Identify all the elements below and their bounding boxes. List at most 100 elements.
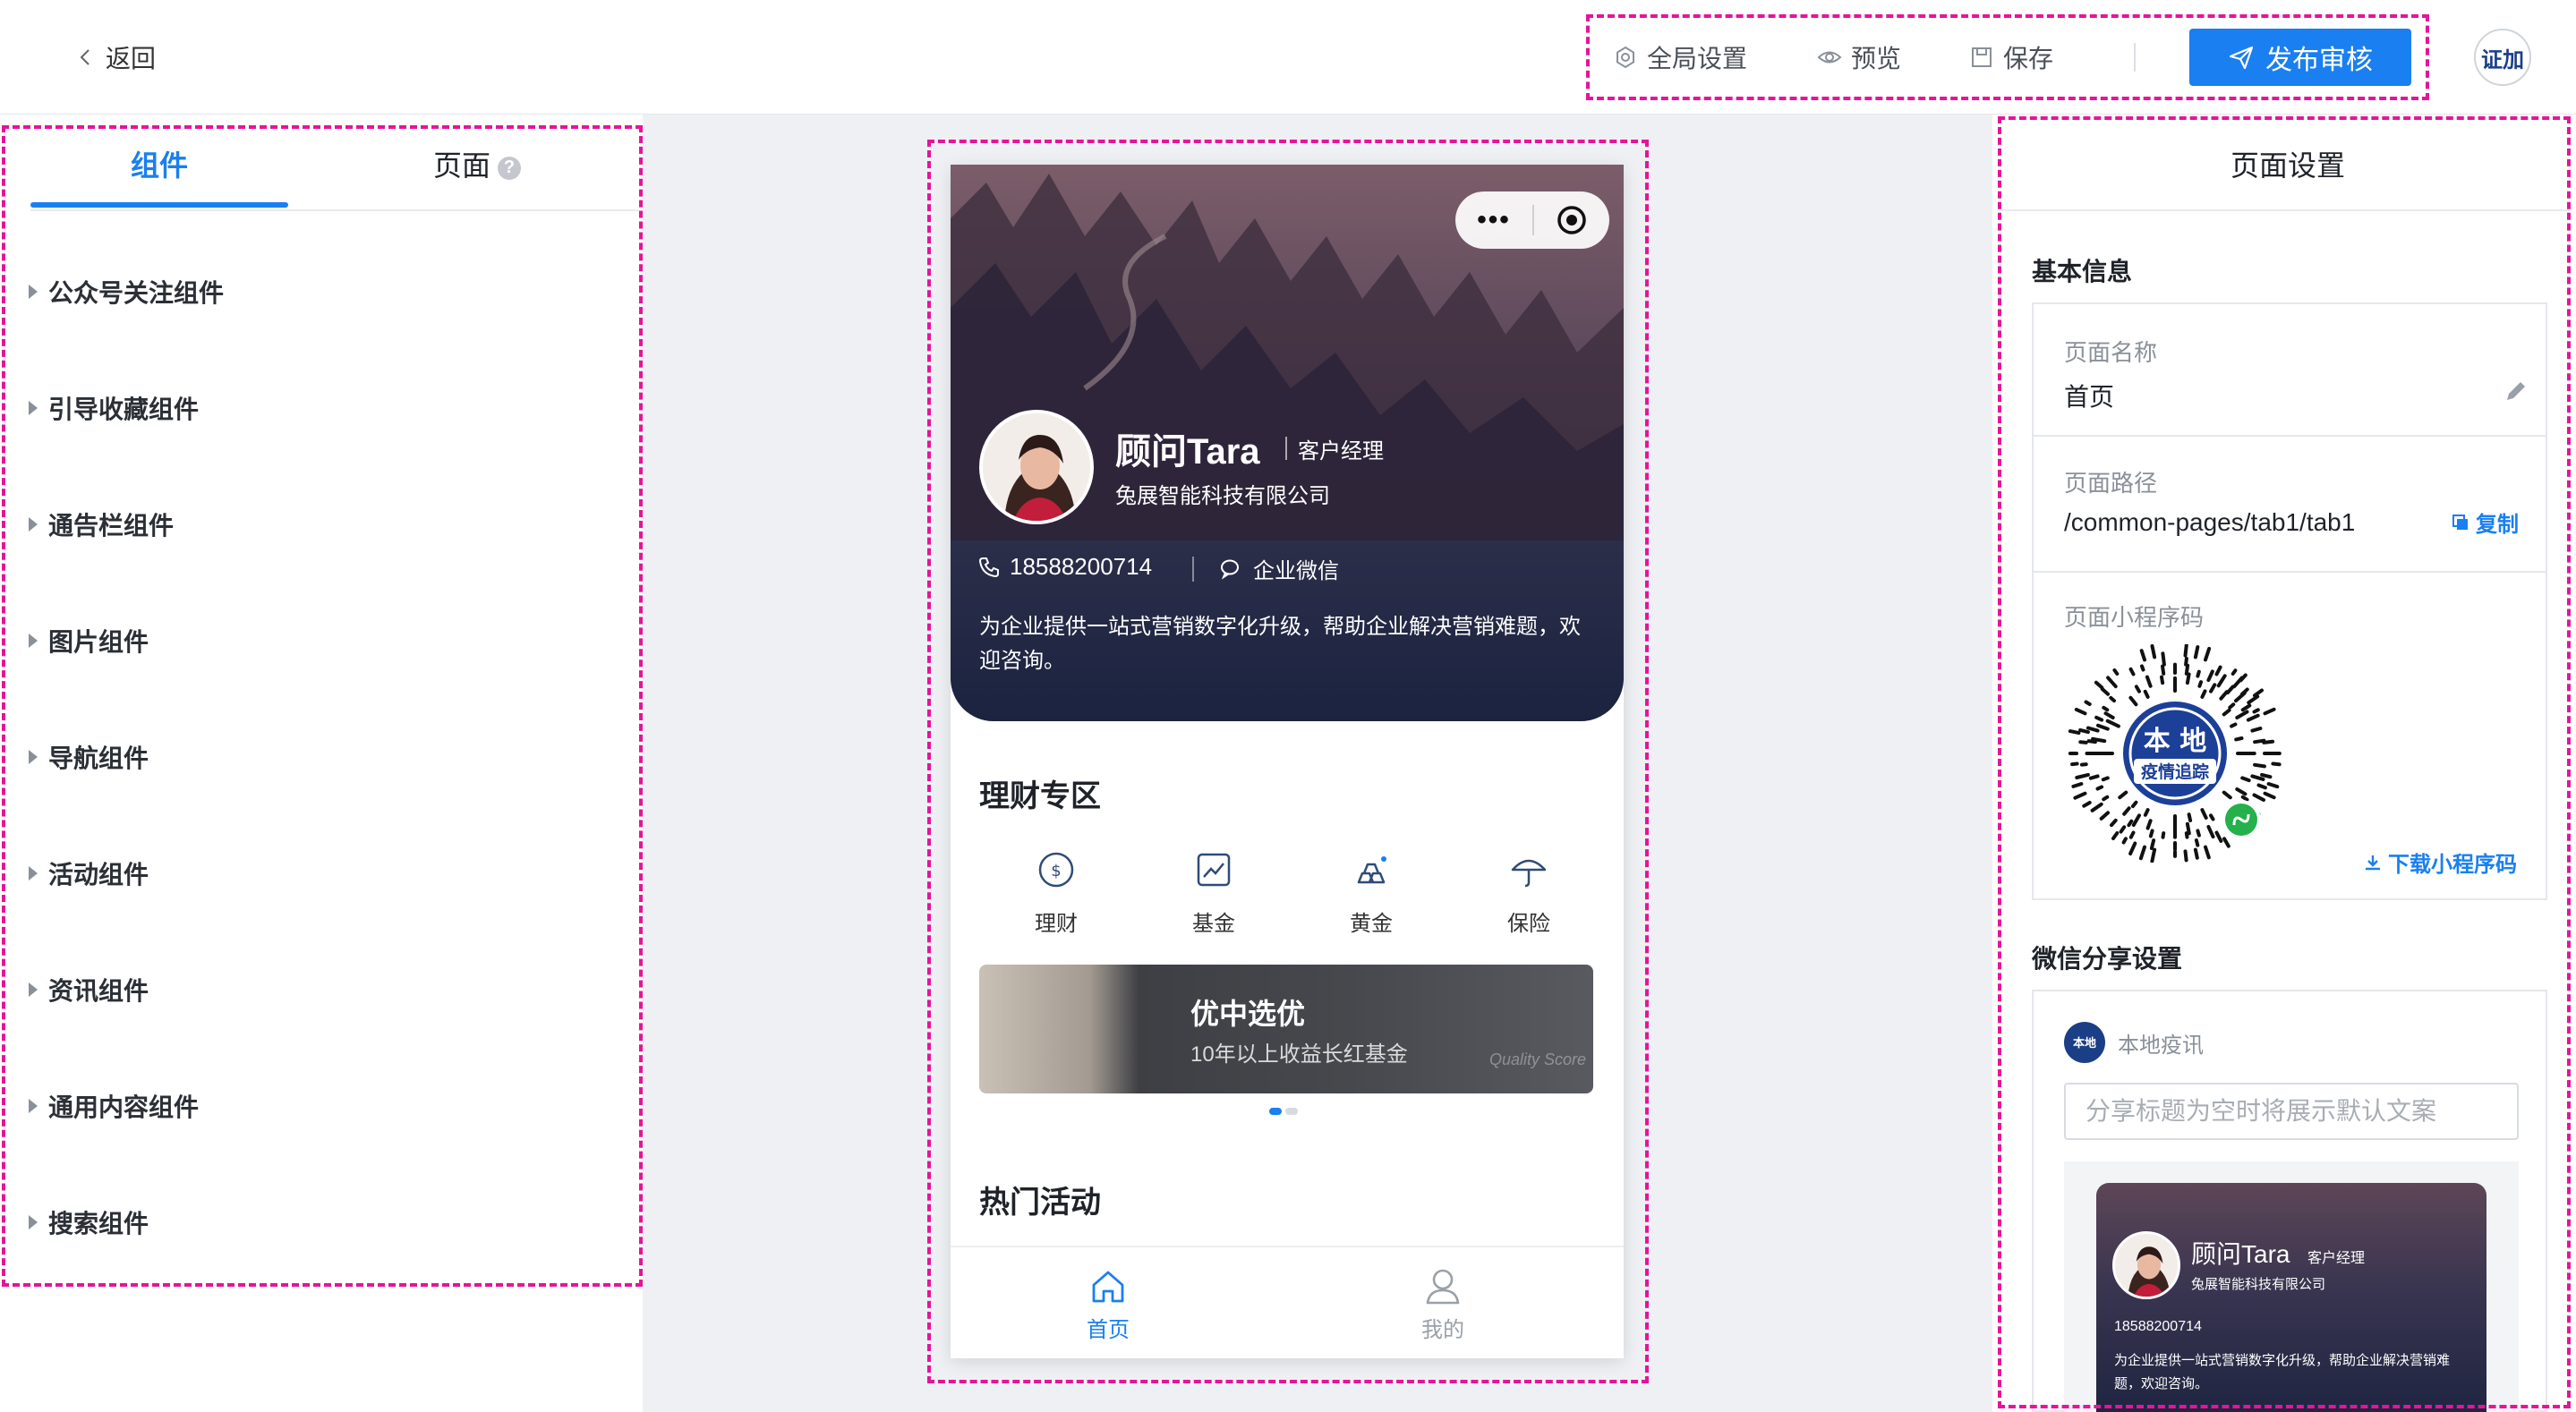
- qrcode-module: [2209, 813, 2215, 821]
- close-miniprogram-button[interactable]: [1534, 204, 1609, 236]
- qrcode-module: [2145, 675, 2153, 688]
- tab-page[interactable]: 页面?: [433, 143, 522, 184]
- page-name-label: 页面名称: [2064, 339, 2158, 366]
- qrcode-module: [2095, 785, 2104, 791]
- qrcode-module: [2183, 644, 2188, 658]
- qrcode-module: [2094, 715, 2104, 722]
- qrcode-module: [2128, 841, 2137, 855]
- download-qrcode-button[interactable]: 下载小程序码: [2363, 846, 2517, 878]
- pagination-dot[interactable]: [1269, 1108, 1282, 1115]
- more-menu-button[interactable]: •••: [1455, 205, 1532, 235]
- qrcode-module: [2184, 663, 2190, 676]
- qrcode-section: 页面小程序码 本 地 疫情追踪 下载小程序码: [2034, 571, 2546, 898]
- qrcode-module: [2071, 782, 2084, 788]
- wecom-label: 企业微信: [1253, 559, 1339, 583]
- category-fund[interactable]: 基金: [1160, 850, 1267, 937]
- qrcode-module: [2193, 847, 2199, 860]
- tab-components-label: 组件: [131, 149, 189, 182]
- caret-right-icon: [29, 866, 38, 880]
- qrcode-module: [2266, 782, 2280, 789]
- qrcode-module: [2204, 845, 2211, 860]
- qrcode-module: [2231, 668, 2238, 676]
- copy-path-button[interactable]: 复制: [2451, 506, 2519, 538]
- qrcode-module: [2128, 667, 2136, 676]
- pagination-dot[interactable]: [1285, 1108, 1298, 1115]
- qrcode-module: [2193, 645, 2200, 659]
- qrcode-module: [2130, 800, 2138, 809]
- category-insurance[interactable]: 保险: [1475, 850, 1582, 937]
- component-group-image[interactable]: 图片组件: [29, 623, 149, 659]
- global-settings-button[interactable]: 全局设置: [1613, 39, 1747, 75]
- phone-preview: ••• 顾问Tara 客户经理 兔展智能科技有限公司 18588200714 企…: [951, 165, 1624, 1358]
- component-group-activity[interactable]: 活动组件: [29, 855, 149, 891]
- component-group-news[interactable]: 资讯组件: [29, 972, 149, 1008]
- category-gold[interactable]: 黄金: [1318, 850, 1425, 937]
- qrcode-module: [2246, 713, 2260, 722]
- qrcode-module: [2214, 665, 2222, 676]
- component-group-navigation[interactable]: 导航组件: [29, 739, 149, 775]
- save-icon: [1972, 47, 1992, 67]
- umbrella-icon: [1511, 859, 1547, 888]
- download-label: 下载小程序码: [2388, 853, 2517, 877]
- preview-button[interactable]: 预览: [1817, 39, 1901, 75]
- publish-review-button[interactable]: 发布审核: [2189, 29, 2411, 86]
- tab-components[interactable]: 组件: [131, 143, 188, 184]
- page-path-value: /common-pages/tab1/tab1: [2064, 508, 2356, 536]
- qrcode-module: [2263, 707, 2276, 716]
- promo-banner[interactable]: 优中选优 10年以上收益长红基金 Quality Score: [979, 965, 1593, 1093]
- qrcode-module: [2216, 674, 2227, 688]
- qrcode-module: [2184, 831, 2189, 839]
- preview-label: 预览: [1851, 45, 1902, 72]
- qrcode-module: [2106, 676, 2118, 689]
- category-finance[interactable]: $ 理财: [1002, 850, 1110, 937]
- component-group-favorite-guide[interactable]: 引导收藏组件: [29, 390, 199, 426]
- component-group-official-account[interactable]: 公众号关注组件: [29, 274, 224, 310]
- qrcode-module: [2225, 685, 2235, 694]
- publish-label: 发布审核: [2265, 46, 2373, 75]
- qrcode-module: [2206, 669, 2214, 683]
- qrcode-module: [2240, 776, 2251, 783]
- consultant-description: 为企业提供一站式营销数字化升级，帮助企业解决营销难题，欢迎咨询。: [979, 615, 1581, 673]
- qrcode-module: [2150, 847, 2157, 863]
- tab-home[interactable]: 首页: [1036, 1265, 1180, 1343]
- qrcode-module: [2184, 657, 2188, 667]
- page-path-label: 页面路径: [2064, 470, 2158, 497]
- phone-contact[interactable]: 18588200714: [977, 553, 1152, 581]
- qrcode-module: [2214, 830, 2223, 843]
- component-group-general-content[interactable]: 通用内容组件: [29, 1088, 199, 1124]
- qrcode-module: [2260, 772, 2273, 779]
- component-group-search[interactable]: 搜索组件: [29, 1204, 149, 1240]
- component-group-label: 通告栏组件: [48, 512, 175, 540]
- component-group-notice-bar[interactable]: 通告栏组件: [29, 506, 174, 542]
- qrcode-module: [2204, 646, 2212, 662]
- qrcode-module: [2256, 783, 2267, 790]
- user-avatar[interactable]: 证加: [2474, 29, 2531, 86]
- qrcode-module: [2096, 723, 2110, 731]
- qrcode-module: [2121, 837, 2128, 845]
- consultant-name: 顾问Tara: [1115, 432, 1260, 472]
- qrcode-module: [2073, 791, 2087, 800]
- qrcode-module: [2252, 708, 2260, 714]
- caret-right-icon: [29, 401, 38, 415]
- tab-mine[interactable]: 我的: [1371, 1265, 1514, 1343]
- share-title-input[interactable]: [2064, 1083, 2519, 1140]
- edit-pencil-icon[interactable]: [2503, 378, 2529, 404]
- wecom-contact[interactable]: 企业微信: [1219, 553, 1339, 584]
- qrcode-module: [2110, 818, 2118, 828]
- qrcode-module: [2068, 729, 2081, 736]
- caret-right-icon: [29, 1099, 38, 1113]
- qrcode-module: [2134, 685, 2141, 693]
- help-icon[interactable]: ?: [498, 156, 522, 180]
- bottom-tab-bar: 首页 我的: [951, 1246, 1624, 1358]
- qrcode-module: [2161, 831, 2166, 839]
- back-label: 返回: [106, 45, 157, 72]
- save-button[interactable]: 保存: [1969, 39, 2053, 75]
- share-preview-avatar: [2112, 1231, 2180, 1299]
- component-group-label: 通用内容组件: [48, 1093, 200, 1121]
- caret-right-icon: [29, 982, 38, 997]
- phone-number: 18588200714: [1010, 553, 1153, 580]
- caret-right-icon: [29, 750, 38, 764]
- active-tab-indicator: [30, 202, 288, 208]
- qrcode-badge-title: 本 地: [2144, 726, 2206, 757]
- back-button[interactable]: 返回: [75, 36, 156, 79]
